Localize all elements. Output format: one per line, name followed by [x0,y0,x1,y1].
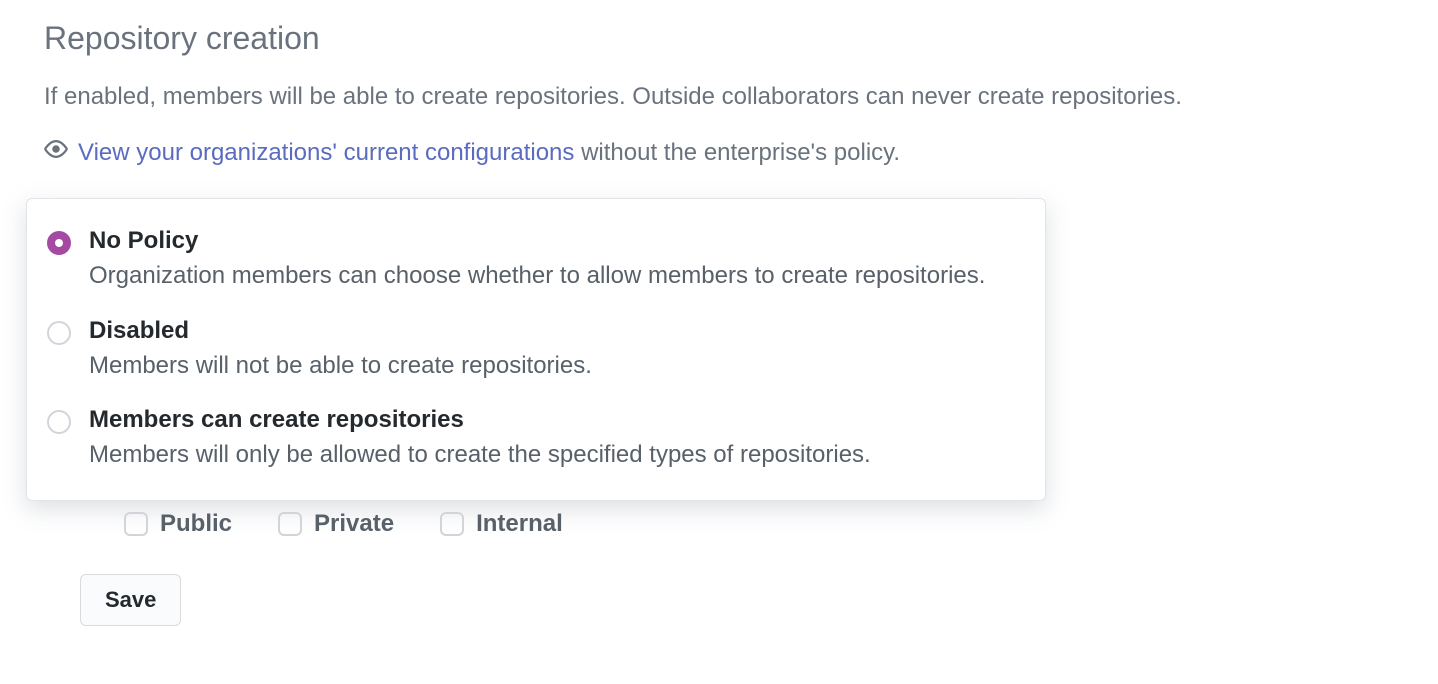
radio-title: No Policy [89,227,1025,255]
policy-radio-group: No Policy Organization members can choos… [26,198,1046,501]
checkbox-item-internal[interactable]: Internal [440,510,563,538]
radio-title: Disabled [89,317,1025,345]
checkbox-item-public[interactable]: Public [124,510,232,538]
view-configurations-line: View your organizations' current configu… [44,137,1394,168]
checkbox-item-private[interactable]: Private [278,510,394,538]
radio-description: Organization members can choose whether … [89,259,1025,293]
radio-description: Members will not be able to create repos… [89,349,1025,383]
view-configurations-suffix: without the enterprise's policy. [574,139,900,166]
repo-type-checkboxes: Public Private Internal [44,505,1394,538]
radio-description: Members will only be allowed to create t… [89,438,1025,472]
radio-input-disabled[interactable] [47,321,71,345]
section-title: Repository creation [44,20,1394,57]
checkbox-private[interactable] [278,512,302,536]
save-button[interactable]: Save [80,574,181,626]
radio-option-members-can-create[interactable]: Members can create repositories Members … [27,394,1045,484]
view-configurations-link[interactable]: View your organizations' current configu… [78,139,574,166]
radio-title: Members can create repositories [89,406,1025,434]
checkbox-label: Public [160,510,232,538]
radio-option-no-policy[interactable]: No Policy Organization members can choos… [27,215,1045,305]
checkbox-public[interactable] [124,512,148,536]
checkbox-label: Internal [476,510,563,538]
radio-input-members-can-create[interactable] [47,410,71,434]
section-description: If enabled, members will be able to crea… [44,79,1394,115]
radio-option-disabled[interactable]: Disabled Members will not be able to cre… [27,305,1045,395]
checkbox-internal[interactable] [440,512,464,536]
radio-input-no-policy[interactable] [47,231,71,255]
checkbox-label: Private [314,510,394,538]
eye-icon [44,137,68,168]
